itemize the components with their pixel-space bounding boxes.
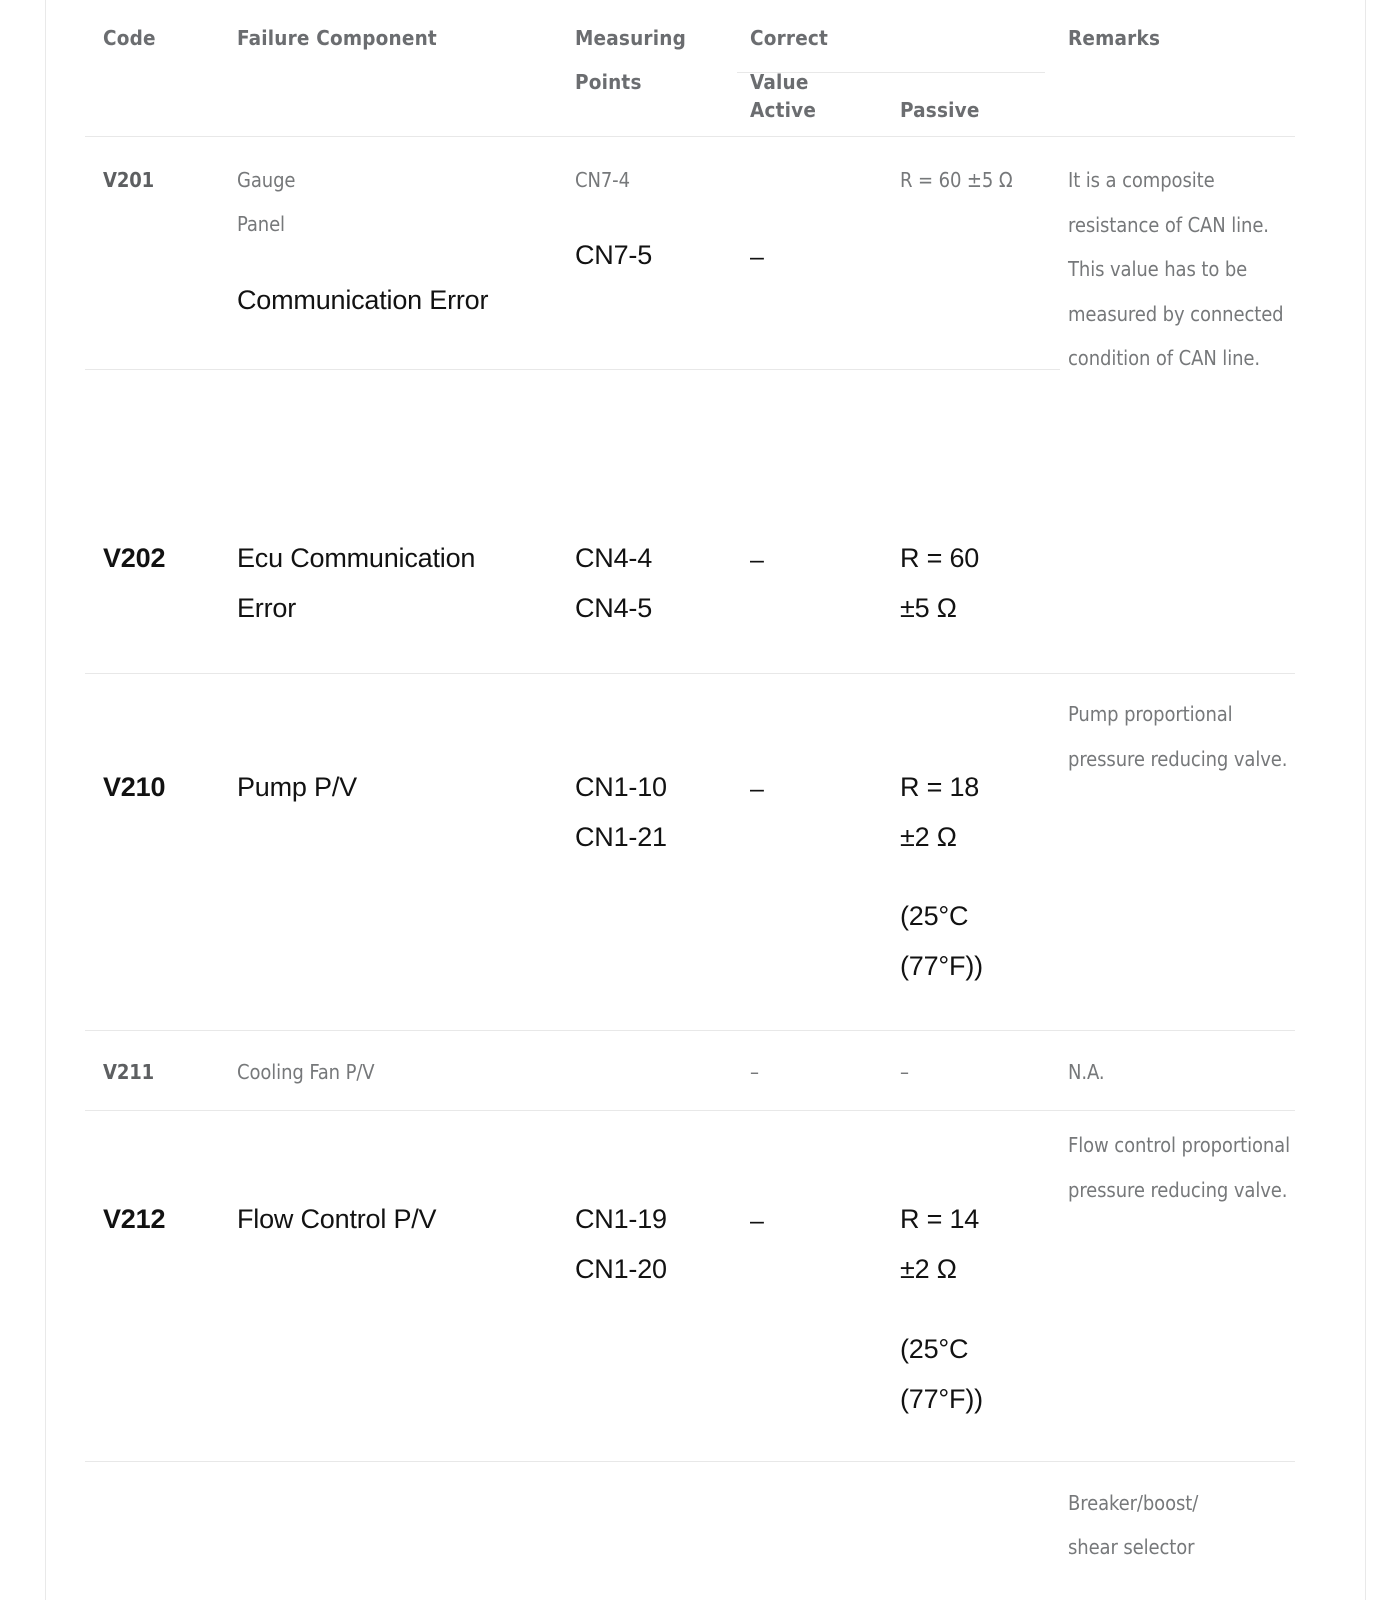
- header-passive: Passive: [900, 98, 980, 122]
- row-v201-component-line2: Panel: [237, 212, 285, 236]
- header-active: Active: [750, 98, 817, 122]
- row-v212-measuring-line2: CN1-20: [575, 1254, 667, 1284]
- row-v201-code: V201: [103, 168, 155, 192]
- row-v212-active: –: [750, 1207, 764, 1235]
- row-v202-active: –: [750, 546, 764, 574]
- row-v201-bottom-rule: [85, 369, 1060, 370]
- row-v211-component: Cooling Fan P/V: [237, 1060, 375, 1084]
- row-v212-passive-line3: (25°C: [900, 1334, 969, 1364]
- row-v210-passive-line1: R = 18: [900, 772, 980, 802]
- row-v202-passive-line1: R = 60: [900, 543, 980, 573]
- row-v210-measuring-line2: CN1-21: [575, 822, 667, 852]
- row-v210-bottom-rule: [85, 1030, 1295, 1031]
- correct-value-span-rule: [737, 72, 1045, 73]
- row-v202-measuring-line2: CN4-5: [575, 593, 653, 623]
- row-v201-remarks: It is a composite resistance of CAN line…: [1068, 168, 1290, 370]
- row-v211-code: V211: [103, 1060, 155, 1084]
- row-v210-code: V210: [103, 772, 166, 802]
- row-v210-component: Pump P/V: [237, 772, 357, 802]
- row-v202-passive-line2: ±5 Ω: [900, 593, 957, 623]
- row-v211-bottom-rule: [85, 1110, 1295, 1111]
- row-v210-remarks: Pump proportional pressure reducing valv…: [1068, 702, 1288, 771]
- row-v212-component: Flow Control P/V: [237, 1204, 437, 1234]
- row-next-remarks-line2: shear selector: [1068, 1535, 1195, 1559]
- header-failure-component: Failure Component: [237, 26, 437, 50]
- row-v201-passive: R = 60 ±5 Ω: [900, 168, 1013, 192]
- row-v201-component-line1: Gauge: [237, 168, 296, 192]
- row-v202-code: V202: [103, 543, 166, 573]
- row-v212-passive-line1: R = 14: [900, 1204, 980, 1234]
- page-left-rule: [45, 0, 46, 1600]
- header-code: Code: [103, 26, 156, 50]
- header-bottom-rule: [85, 136, 1295, 137]
- header-remarks: Remarks: [1068, 26, 1161, 50]
- page-right-rule: [1365, 0, 1366, 1600]
- row-v211-remarks: N.A.: [1068, 1060, 1105, 1084]
- row-v210-passive-line4: (77°F)): [900, 951, 983, 981]
- row-v212-passive-line4: (77°F)): [900, 1384, 983, 1414]
- row-v210-active: –: [750, 775, 764, 803]
- row-v211-active: –: [750, 1060, 759, 1084]
- error-code-table: Code Failure Component Measuring Points …: [85, 0, 1295, 1600]
- row-v211-passive: –: [900, 1060, 909, 1084]
- row-v212-bottom-rule: [85, 1461, 1295, 1462]
- row-v212-remarks: Flow control proportional pressure reduc…: [1068, 1133, 1296, 1202]
- row-v212-code: V212: [103, 1204, 166, 1234]
- row-v201-component-overlay: Communication Error: [237, 285, 489, 315]
- row-v210-passive-line2: ±2 Ω: [900, 822, 957, 852]
- row-v201-measuring-src: CN7-4: [575, 168, 630, 192]
- row-v212-passive-line2: ±2 Ω: [900, 1254, 957, 1284]
- row-v210-passive-line3: (25°C: [900, 901, 969, 931]
- row-v202-bottom-rule: [85, 673, 1295, 674]
- row-v201-active: –: [750, 243, 764, 271]
- row-v202-component-line2: Error: [237, 593, 296, 623]
- row-next-remarks-line1: Breaker/boost/: [1068, 1491, 1199, 1515]
